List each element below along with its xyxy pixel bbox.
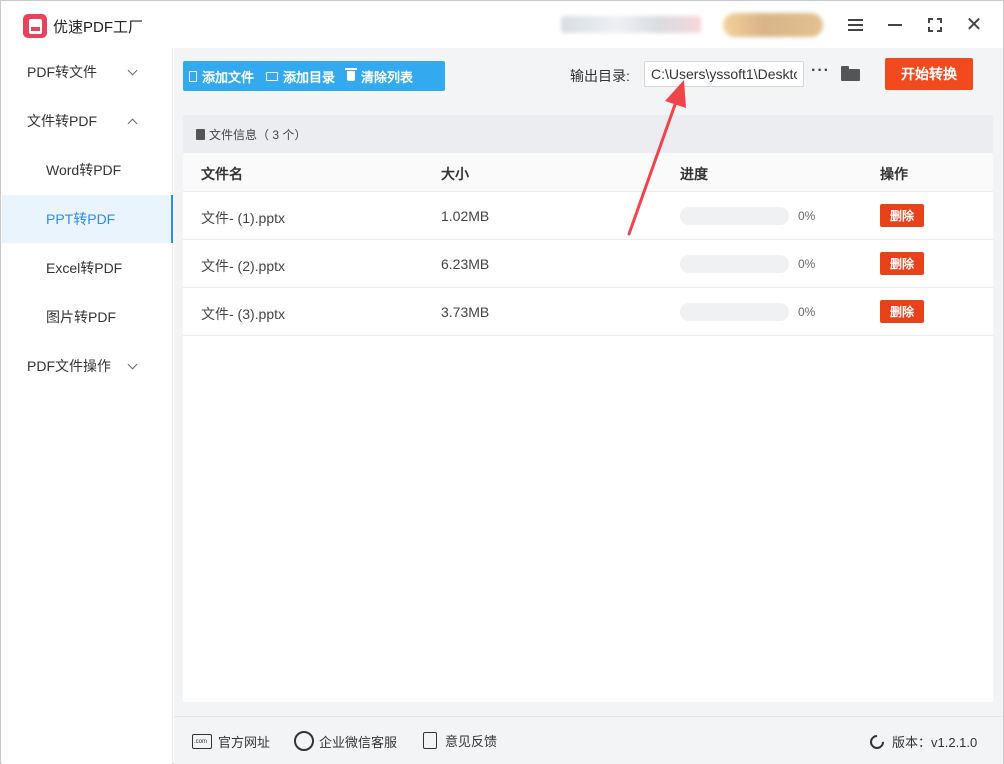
sidebar-item-label: PDF文件操作 — [27, 358, 111, 374]
footer-bar: 官方网址 企业微信客服 意见反馈 版本：v1.2.1.0 — [174, 716, 1003, 764]
file-list-panel: 文件信息（ 3 个） 文件名 大小 进度 操作 文件- (1).pptx 1.0… — [183, 115, 993, 702]
version-info[interactable]: 版本：v1.2.1.0 — [867, 731, 978, 752]
output-directory-field[interactable] — [644, 61, 804, 87]
progress-percent: 0% — [798, 305, 816, 319]
file-icon — [189, 70, 197, 82]
start-convert-button[interactable]: 开始转换 — [885, 58, 973, 90]
sidebar-item-pdf-operations[interactable]: PDF文件操作 — [2, 342, 173, 390]
chevron-down-icon — [127, 65, 138, 76]
add-file-label: 添加文件 — [202, 69, 255, 85]
app-title: 优速PDF工厂 — [53, 19, 144, 36]
close-icon[interactable]: ✕ — [962, 13, 986, 37]
table-row: 文件- (1).pptx 1.02MB 0% 删除 — [183, 192, 993, 240]
wechat-support-link[interactable]: 企业微信客服 — [294, 731, 397, 751]
chevron-up-icon — [127, 118, 138, 129]
sidebar-item-file-to-pdf[interactable]: 文件转PDF — [2, 97, 173, 145]
file-size: 1.02MB — [441, 208, 490, 224]
sidebar-item-label: PPT转PDF — [46, 211, 116, 227]
column-header-name: 文件名 — [201, 166, 243, 182]
chat-icon — [294, 731, 314, 751]
progress-bar — [680, 207, 789, 225]
add-directory-button[interactable]: 添加目录 — [260, 61, 341, 91]
file-name: 文件- (3).pptx — [201, 306, 286, 322]
sidebar-item-image-to-pdf[interactable]: 图片转PDF — [2, 293, 173, 341]
file-name: 文件- (1).pptx — [201, 210, 286, 226]
clear-list-label: 清除列表 — [361, 69, 414, 85]
file-info-title: 文件信息（ 3 个） — [209, 127, 307, 142]
sidebar-item-label: 图片转PDF — [46, 309, 116, 325]
trash-icon — [345, 68, 358, 81]
table-row: 文件- (2).pptx 6.23MB 0% 删除 — [183, 240, 993, 288]
minimize-icon[interactable] — [883, 13, 907, 37]
website-link[interactable]: 官方网址 — [192, 732, 270, 751]
progress-bar — [680, 303, 789, 321]
delete-button[interactable]: 删除 — [880, 300, 924, 323]
wechat-support-label: 企业微信客服 — [319, 734, 398, 750]
chevron-down-icon — [127, 359, 138, 370]
file-size: 6.23MB — [441, 256, 490, 272]
sidebar: PDF转文件 文件转PDF Word转PDF PPT转PDF Excel转PDF… — [2, 48, 173, 764]
more-icon[interactable]: ··· — [811, 62, 830, 80]
sidebar-item-label: Excel转PDF — [46, 260, 123, 276]
file-toolbar: 添加文件 添加目录 清除列表 — [183, 61, 445, 91]
pdf-app-logo-icon — [23, 14, 47, 38]
file-name: 文件- (2).pptx — [201, 258, 286, 274]
feedback-label: 意见反馈 — [445, 734, 498, 749]
main-area: 添加文件 添加目录 清除列表 输出目录: ··· 开始转换 文件信息（ 3 个）… — [174, 48, 1003, 716]
sidebar-item-label: 文件转PDF — [27, 113, 97, 129]
file-size: 3.73MB — [441, 304, 490, 320]
progress-bar — [680, 255, 789, 273]
website-icon — [192, 734, 212, 749]
progress-percent: 0% — [798, 209, 816, 223]
sidebar-item-ppt-to-pdf[interactable]: PPT转PDF — [2, 195, 173, 243]
add-directory-label: 添加目录 — [283, 69, 336, 85]
column-header-size: 大小 — [441, 166, 469, 182]
document-icon — [196, 128, 205, 140]
delete-button[interactable]: 删除 — [880, 204, 924, 227]
folder-icon — [266, 71, 279, 81]
output-directory-label: 输出目录: — [570, 68, 630, 84]
menu-icon[interactable] — [843, 13, 867, 37]
blurred-user-badge[interactable] — [723, 13, 823, 37]
refresh-icon — [867, 731, 887, 752]
website-label: 官方网址 — [218, 735, 271, 750]
file-info-header: 文件信息（ 3 个） — [183, 115, 993, 153]
sidebar-item-excel-to-pdf[interactable]: Excel转PDF — [2, 244, 173, 292]
version-label: 版本：v1.2.1.0 — [892, 735, 978, 750]
folder-browse-icon[interactable] — [841, 66, 860, 81]
title-bar: 优速PDF工厂 ✕ — [1, 1, 1003, 48]
sidebar-item-label: PDF转文件 — [27, 64, 97, 80]
maximize-icon[interactable] — [923, 13, 947, 37]
add-file-button[interactable]: 添加文件 — [183, 61, 260, 91]
delete-button[interactable]: 删除 — [880, 252, 924, 275]
column-header-action: 操作 — [880, 166, 908, 182]
table-header: 文件名 大小 进度 操作 — [183, 153, 993, 192]
clear-list-button[interactable]: 清除列表 — [341, 61, 419, 91]
sidebar-item-word-to-pdf[interactable]: Word转PDF — [2, 146, 173, 194]
table-row: 文件- (3).pptx 3.73MB 0% 删除 — [183, 288, 993, 336]
sidebar-item-pdf-to-file[interactable]: PDF转文件 — [2, 48, 173, 96]
progress-percent: 0% — [798, 257, 816, 271]
column-header-progress: 进度 — [680, 166, 708, 182]
sidebar-item-label: Word转PDF — [46, 162, 122, 178]
app-window: 优速PDF工厂 ✕ PDF转文件 文件转PDF Word转PDF PPT转PDF… — [0, 0, 1004, 764]
feedback-icon — [423, 732, 437, 749]
blurred-account-info — [561, 16, 701, 33]
feedback-link[interactable]: 意见反馈 — [423, 731, 497, 750]
